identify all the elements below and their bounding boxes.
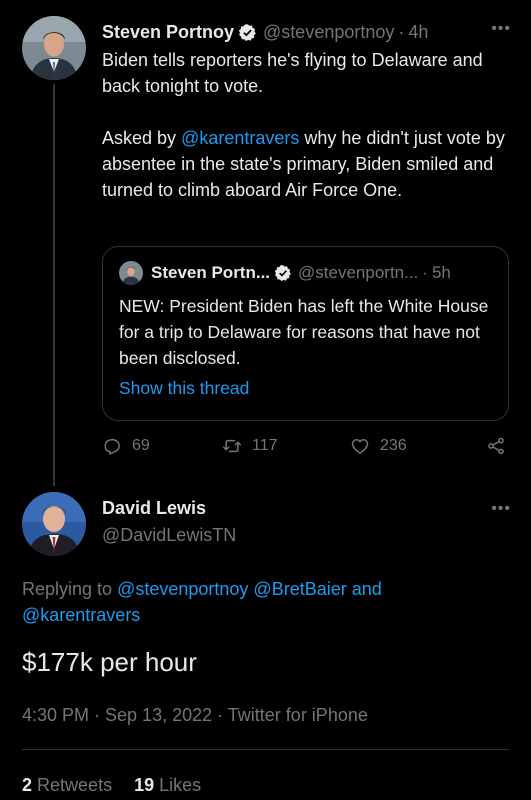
paragraph-prefix: Asked by bbox=[102, 128, 182, 148]
mention-stevenportnoy[interactable]: @stevenportnoy bbox=[117, 579, 248, 599]
quoted-avatar bbox=[119, 261, 143, 285]
divider bbox=[22, 749, 509, 750]
retweet-button[interactable]: 117 bbox=[222, 436, 278, 456]
quoted-tweet-card[interactable]: Steven Portn... @stevenportn... · 5h NEW… bbox=[102, 246, 509, 421]
reply-icon bbox=[104, 439, 120, 455]
tweet-timestamp[interactable]: 4:30 PM · Sep 13, 2022 · Twitter for iPh… bbox=[22, 705, 368, 726]
reply-tweet-text: $177k per hour bbox=[22, 647, 197, 677]
quoted-author-name: Steven Portn... bbox=[151, 263, 271, 282]
retweets-count: 2 bbox=[22, 775, 33, 795]
tweet-paragraph-1: Biden tells reporters he's flying to Del… bbox=[102, 50, 483, 96]
retweet-icon bbox=[222, 439, 242, 453]
share-button[interactable] bbox=[486, 436, 506, 456]
verified-badge-icon bbox=[238, 23, 257, 42]
mention-link[interactable]: @karentravers bbox=[181, 128, 299, 148]
replying-to-line: Replying to @stevenportnoy @BretBaier an… bbox=[22, 576, 482, 628]
separator-dot: · bbox=[398, 21, 405, 42]
main-tweet-text: Biden tells reporters he's flying to Del… bbox=[102, 47, 512, 229]
reply-author-handle[interactable]: @DavidLewisTN bbox=[102, 525, 236, 546]
separator-dot: · bbox=[422, 263, 428, 282]
likes-count: 19 bbox=[134, 775, 155, 795]
tweet-time[interactable]: 4h bbox=[408, 22, 428, 43]
mention-karentravers[interactable]: @karentravers bbox=[22, 605, 140, 625]
thread-connector-line bbox=[53, 84, 55, 486]
more-icon[interactable]: ••• bbox=[491, 500, 511, 518]
retweets-label: Retweets bbox=[37, 775, 113, 795]
retweet-count: 117 bbox=[252, 437, 278, 454]
avatar-david-lewis[interactable] bbox=[22, 492, 86, 556]
tweet-action-bar: 69 117 236 bbox=[102, 436, 512, 464]
show-thread-link[interactable]: Show this thread bbox=[119, 378, 249, 399]
engagement-stats: 2 Retweets 19 Likes bbox=[22, 775, 201, 796]
reply-button[interactable]: 69 bbox=[102, 436, 150, 456]
avatar-steven-portnoy[interactable] bbox=[22, 16, 86, 80]
more-icon[interactable]: ••• bbox=[491, 20, 511, 38]
reply-author-name[interactable]: David Lewis bbox=[102, 498, 206, 519]
mention-bretbaier[interactable]: @BretBaier bbox=[253, 579, 346, 599]
replying-prefix: Replying to bbox=[22, 579, 118, 599]
retweets-stat[interactable]: 2 Retweets bbox=[22, 775, 112, 795]
main-tweet-header: Steven Portnoy @stevenportnoy · 4h ••• bbox=[102, 20, 511, 44]
quoted-tweet-text: NEW: President Biden has left the White … bbox=[119, 296, 489, 368]
replying-and[interactable]: and bbox=[347, 579, 382, 599]
like-button[interactable]: 236 bbox=[350, 436, 407, 456]
like-icon bbox=[351, 439, 369, 454]
like-count: 236 bbox=[380, 437, 407, 454]
likes-stat[interactable]: 19 Likes bbox=[134, 775, 201, 795]
quoted-tweet-header: Steven Portn... @stevenportn... · 5h bbox=[119, 261, 494, 285]
share-icon bbox=[488, 437, 504, 455]
verified-badge-icon bbox=[274, 264, 292, 282]
tweet-paragraph-2: Asked by @karentravers why he didn't jus… bbox=[102, 125, 512, 203]
author-handle[interactable]: @stevenportnoy bbox=[263, 22, 394, 43]
author-name[interactable]: Steven Portnoy bbox=[102, 22, 234, 43]
quoted-author-handle: @stevenportn... bbox=[298, 263, 419, 282]
likes-label: Likes bbox=[159, 775, 202, 795]
reply-count: 69 bbox=[132, 437, 150, 454]
quoted-tweet-time: 5h bbox=[431, 263, 451, 282]
